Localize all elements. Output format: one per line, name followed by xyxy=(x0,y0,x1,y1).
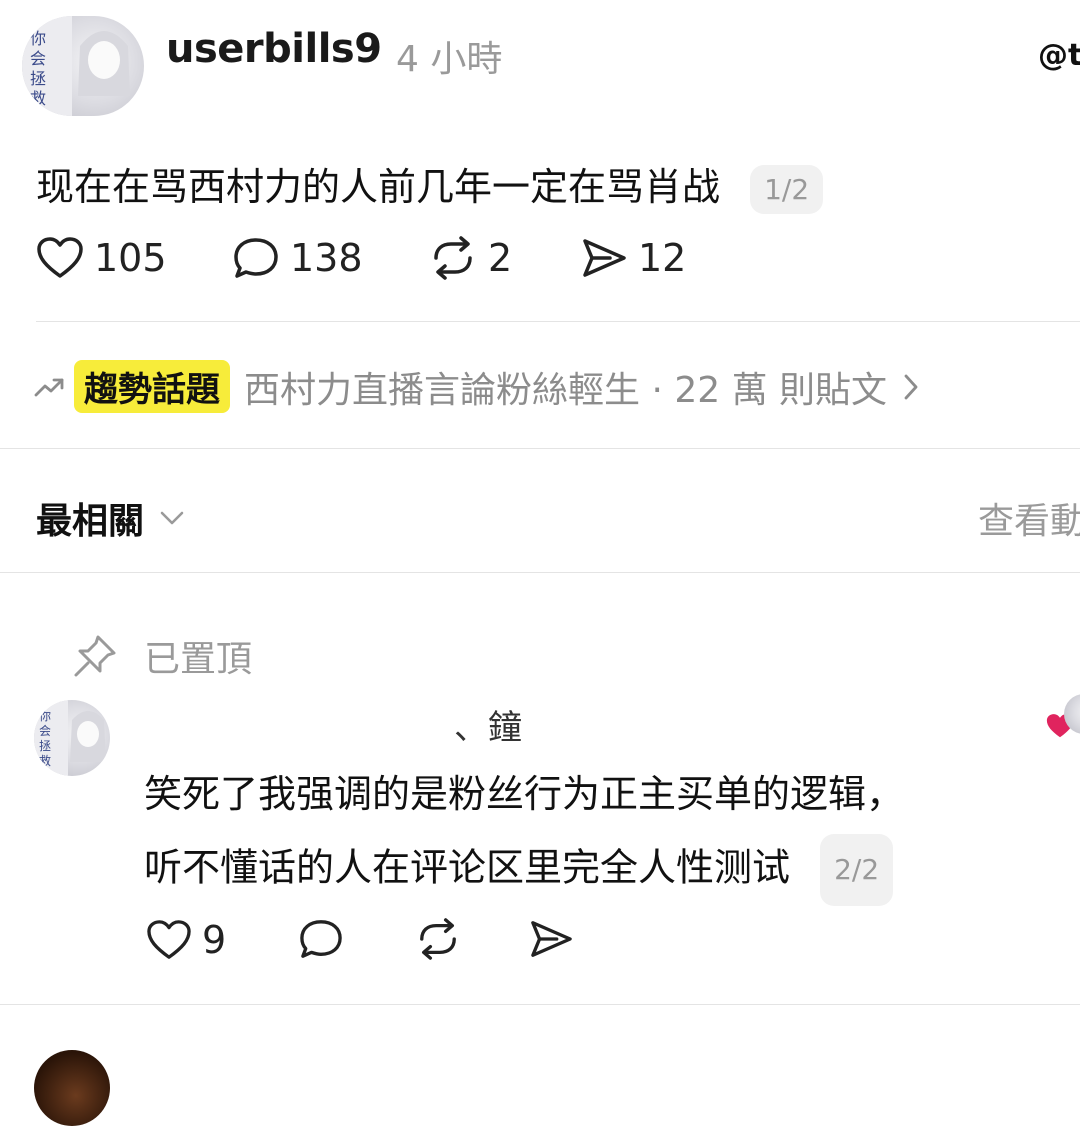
post-repost-button[interactable]: 2 xyxy=(428,236,512,280)
comment-share-button[interactable] xyxy=(528,918,574,960)
post-time: 4 小時 xyxy=(396,39,503,80)
sort-dropdown[interactable]: 最相關 xyxy=(36,492,186,544)
divider xyxy=(0,448,1080,449)
divider xyxy=(36,321,1080,322)
comment-bubble-icon xyxy=(234,238,278,278)
post-pager: 1/2 xyxy=(750,165,824,214)
svg-text:你: 你 xyxy=(39,709,51,723)
post-repost-count: 2 xyxy=(488,236,513,280)
post-username[interactable]: userbills9 xyxy=(166,26,382,72)
comment-bubble-icon xyxy=(300,920,342,958)
sort-label: 最相關 xyxy=(36,501,145,542)
svg-text:会: 会 xyxy=(30,49,46,68)
heart-icon xyxy=(37,237,83,278)
send-icon xyxy=(531,921,572,957)
comment-pager: 2/2 xyxy=(820,834,894,906)
post-avatar[interactable]: 你 会 拯 救 xyxy=(22,16,144,116)
comment-like-button[interactable]: 9 xyxy=(146,918,226,962)
svg-text:你: 你 xyxy=(30,29,46,48)
trending-tag: 趨勢話題 xyxy=(74,360,230,413)
heart-icon xyxy=(147,920,191,959)
repost-icon xyxy=(434,236,472,280)
send-icon xyxy=(583,239,626,277)
post-comment-button[interactable]: 138 xyxy=(232,236,363,280)
post-share-button[interactable]: 12 xyxy=(580,236,686,280)
svg-text:拯: 拯 xyxy=(30,69,46,88)
post-like-button[interactable]: 105 xyxy=(36,236,167,280)
comment-text-line1: 笑死了我强调的是粉丝行为正主买单的逻辑， xyxy=(144,772,905,816)
chevron-down-icon xyxy=(160,511,184,525)
comment-like-count: 9 xyxy=(202,918,227,962)
pinned-indicator: 已置頂 xyxy=(72,630,252,682)
post-text: 现在在骂西村力的人前几年一定在骂肖战 xyxy=(36,165,721,209)
comment-text-row2: 听不懂话的人在评论区里完全人性测试 2/2 xyxy=(144,834,894,906)
svg-text:救: 救 xyxy=(39,753,51,768)
repost-icon xyxy=(420,918,456,960)
view-activity-link[interactable]: 查看動 xyxy=(978,492,1080,544)
svg-text:救: 救 xyxy=(30,89,46,108)
comment-avatar[interactable]: 你 会 拯 救 xyxy=(34,700,110,776)
trending-arrow-icon xyxy=(34,378,64,396)
trending-text: 西村力直播言論粉絲輕生 · 22 萬 則貼文 xyxy=(244,369,888,411)
chevron-right-icon xyxy=(904,374,918,399)
post-share-count: 12 xyxy=(638,236,687,280)
divider xyxy=(0,1004,1080,1005)
next-comment-avatar[interactable] xyxy=(34,1050,110,1126)
svg-text:拯: 拯 xyxy=(39,739,51,753)
svg-text:会: 会 xyxy=(39,724,51,738)
comment-reply-button[interactable] xyxy=(298,918,344,960)
post-comment-count: 138 xyxy=(290,236,363,280)
comment-username[interactable]: 、鐘 xyxy=(454,700,522,749)
post-like-count: 105 xyxy=(94,236,167,280)
threads-logo-icon: @t xyxy=(1038,38,1080,73)
trending-row[interactable]: 趨勢話題 西村力直播言論粉絲輕生 · 22 萬 則貼文 xyxy=(34,360,1074,413)
pinned-label: 已置頂 xyxy=(144,639,253,680)
post-text-row: 现在在骂西村力的人前几年一定在骂肖战 1/2 xyxy=(36,156,824,214)
pin-icon xyxy=(74,635,116,677)
divider xyxy=(0,572,1080,573)
comment-text-line2: 听不懂话的人在评论区里完全人性测试 xyxy=(144,845,791,890)
comment-repost-button[interactable] xyxy=(414,918,462,960)
